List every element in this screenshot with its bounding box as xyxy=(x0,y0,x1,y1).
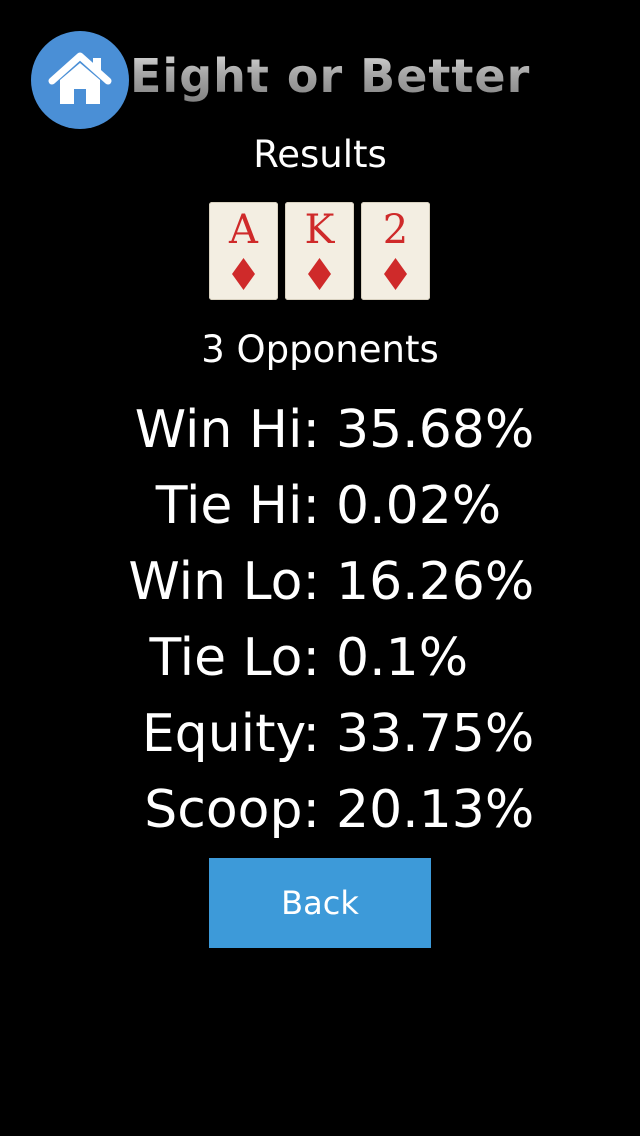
stat-value: 16.26% xyxy=(336,552,535,612)
stat-row-tie-hi: Tie Hi: 0.02% xyxy=(0,468,640,544)
stats-list: Win Hi: 35.68% Tie Hi: 0.02% Win Lo: 16.… xyxy=(0,392,640,848)
stat-label: Win Lo: xyxy=(128,552,320,612)
card-rank: 2 xyxy=(382,207,409,253)
results-heading: Results xyxy=(253,133,387,176)
stat-label: Tie Lo: xyxy=(149,628,320,688)
stat-label: Equity: xyxy=(141,704,320,764)
playing-card: A xyxy=(209,202,278,300)
stat-row-equity: Equity: 33.75% xyxy=(0,696,640,772)
playing-card: 2 xyxy=(361,202,430,300)
diamond-suit-icon xyxy=(308,258,331,294)
stat-value: 35.68% xyxy=(336,400,535,460)
back-button[interactable]: Back xyxy=(209,858,431,948)
stat-row-scoop: Scoop: 20.13% xyxy=(0,772,640,848)
stat-label: Win Hi: xyxy=(134,400,320,460)
app-title: Eight or Better xyxy=(130,44,530,108)
stat-value: 0.1% xyxy=(336,628,469,688)
opponents-count: 3 Opponents xyxy=(201,328,439,371)
stat-row-win-lo: Win Lo: 16.26% xyxy=(0,544,640,620)
card-rank: K xyxy=(304,207,335,253)
playing-card: K xyxy=(285,202,354,300)
stat-label: Tie Hi: xyxy=(155,476,320,536)
home-icon xyxy=(48,52,112,108)
stat-row-tie-lo: Tie Lo: 0.1% xyxy=(0,620,640,696)
diamond-suit-icon xyxy=(384,258,407,294)
stat-row-win-hi: Win Hi: 35.68% xyxy=(0,392,640,468)
stat-value: 0.02% xyxy=(336,476,502,536)
home-button[interactable] xyxy=(31,31,129,129)
stat-value: 20.13% xyxy=(336,780,535,840)
card-row: A K 2 xyxy=(209,202,430,300)
card-rank: A xyxy=(229,207,258,253)
stat-value: 33.75% xyxy=(336,704,535,764)
diamond-suit-icon xyxy=(232,258,255,294)
stat-label: Scoop: xyxy=(144,780,320,840)
